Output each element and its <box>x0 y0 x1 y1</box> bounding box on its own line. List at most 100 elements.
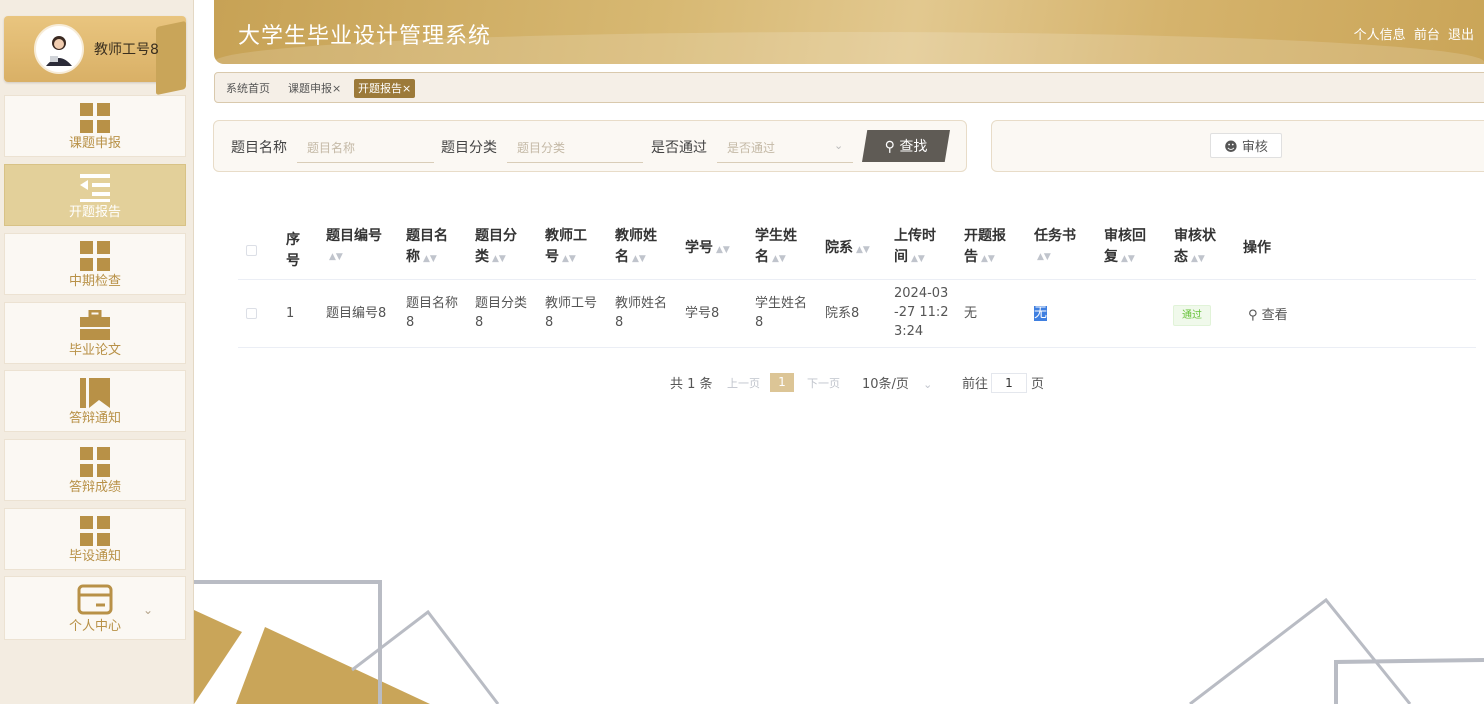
column-header[interactable]: 审核状态 ▲▼ <box>1174 226 1216 270</box>
sidebar-item-label: 课题申报 <box>68 136 121 151</box>
cell-student-name: 学生姓名 8 <box>755 296 808 330</box>
goto-label: 前往 <box>962 377 989 392</box>
sidebar-item-label: 毕业论文 <box>68 343 121 358</box>
profile-link[interactable]: 个人信息 <box>1354 28 1406 43</box>
sidebar-item-label: 中期检查 <box>68 274 121 289</box>
search-icon: ⚲ <box>884 139 895 155</box>
logout-link[interactable]: 退出 <box>1448 28 1474 43</box>
search-icon: ⚲ <box>1248 308 1258 323</box>
passed-select[interactable] <box>717 133 853 163</box>
search-button-label: 查找 <box>899 139 928 155</box>
column-header[interactable]: 题目编号 ▲▼ <box>326 226 382 268</box>
cell-student-no: 学号8 <box>685 306 720 321</box>
sidebar-item-project-notice[interactable]: 毕设通知 <box>4 508 186 570</box>
header-links: 个人信息 前台 退出 <box>1350 24 1474 43</box>
sidebar-item-label: 答辩成绩 <box>68 480 121 495</box>
sort-icon: ▲▼ <box>329 252 343 262</box>
column-header[interactable]: 教师工号 ▲▼ <box>545 226 587 270</box>
prev-page-button[interactable]: 上一页 <box>727 375 760 391</box>
sidebar-item-topic-declare[interactable]: 课题申报 <box>4 95 186 157</box>
background-decoration <box>194 580 1484 704</box>
cell-topic-category: 题目分类 8 <box>475 296 528 330</box>
sidebar-item-personal-center[interactable]: ⌄ 个人中心 <box>4 576 186 640</box>
grid-icon <box>80 241 110 271</box>
cell-index: 1 <box>286 306 295 321</box>
sidebar-item-thesis[interactable]: 毕业论文 <box>4 302 186 364</box>
column-header[interactable]: 学生姓名 ▲▼ <box>755 226 797 270</box>
chevron-down-icon: ⌄ <box>923 378 933 391</box>
cell-teacher-name: 教师姓名 8 <box>615 296 668 330</box>
column-header[interactable]: 教师姓名 ▲▼ <box>615 226 657 270</box>
goto-suffix: 页 <box>1031 377 1045 392</box>
column-header[interactable]: 题目分类 ▲▼ <box>475 226 517 270</box>
sidebar-item-label: 开题报告 <box>68 205 121 220</box>
avatar[interactable] <box>34 24 84 74</box>
column-header[interactable]: 题目名称 ▲▼ <box>406 226 448 270</box>
status-badge: 通过 <box>1173 305 1211 326</box>
indent-list-icon <box>80 174 110 202</box>
sort-icon: ▲▼ <box>423 254 437 264</box>
column-header[interactable]: 上传时间 ▲▼ <box>894 226 936 270</box>
goto-page-input[interactable] <box>991 373 1027 393</box>
row-divider <box>238 347 1476 348</box>
cell-dept: 院系8 <box>825 306 860 321</box>
briefcase-icon <box>80 310 110 340</box>
chevron-down-icon: ⌄ <box>834 139 844 152</box>
audit-button[interactable]: ☻ 审核 <box>1210 133 1282 158</box>
cell-task-book: 无 <box>1034 306 1048 321</box>
cell-topic-no: 题目编号8 <box>326 306 387 321</box>
sort-icon: ▲▼ <box>911 254 925 264</box>
sort-icon: ▲▼ <box>1191 254 1205 264</box>
grid-icon <box>80 516 110 546</box>
action-panel: ☻ 审核 <box>991 120 1484 172</box>
user-card: 教师工号8 <box>4 16 186 96</box>
column-header[interactable]: 审核回复 ▲▼ <box>1104 226 1146 270</box>
cell-opening-report: 无 <box>964 306 978 321</box>
pagination-total: 共 1 条 <box>670 377 713 392</box>
bookmark-icon <box>80 378 110 408</box>
user-name: 教师工号8 <box>94 42 159 58</box>
grid-icon <box>80 103 110 133</box>
sidebar-item-opening-report[interactable]: 开题报告 <box>4 164 186 226</box>
tab-home[interactable]: 系统首页 <box>222 79 274 98</box>
select-all-checkbox[interactable] <box>246 245 257 256</box>
sidebar: 教师工号8 课题申报 开题报告 中期检查 毕业论文 答辩通知 答辩成绩 毕设通知… <box>0 0 194 704</box>
card-icon <box>77 584 113 615</box>
sort-icon: ▲▼ <box>1121 254 1135 264</box>
sort-icon: ▲▼ <box>1037 252 1051 262</box>
header: 大学生毕业设计管理系统 个人信息 前台 退出 <box>214 0 1484 64</box>
sort-icon: ▲▼ <box>981 254 995 264</box>
column-header[interactable]: 序号 <box>286 230 300 272</box>
column-header[interactable]: 开题报告 ▲▼ <box>964 226 1006 270</box>
user-icon: ☻ <box>1224 140 1238 155</box>
column-header[interactable]: 任务书 ▲▼ <box>1034 226 1076 268</box>
page-size-select[interactable]: 10条/页 ⌄ <box>862 373 932 392</box>
frontend-link[interactable]: 前台 <box>1414 28 1440 43</box>
search-panel: 题目名称 题目分类 是否通过 ⌄ ⚲ 查找 <box>213 120 967 172</box>
column-header: 操作 <box>1243 240 1271 256</box>
tabs-bar: 系统首页 课题申报× 开题报告× <box>214 72 1484 103</box>
sort-icon: ▲▼ <box>772 254 786 264</box>
sidebar-item-label: 答辩通知 <box>68 411 121 426</box>
topic-category-input[interactable] <box>507 133 643 163</box>
cell-upload-time: 2024-03 -27 11:2 3:24 <box>894 286 949 339</box>
sidebar-item-defense-notice[interactable]: 答辩通知 <box>4 370 186 432</box>
tab-opening-report[interactable]: 开题报告× <box>354 79 416 98</box>
row-checkbox[interactable] <box>246 308 257 319</box>
topic-name-input[interactable] <box>297 133 434 163</box>
search-button[interactable]: ⚲ 查找 <box>862 130 950 162</box>
view-button[interactable]: ⚲ 查看 <box>1248 304 1288 323</box>
page-title: 大学生毕业设计管理系统 <box>238 24 492 49</box>
sort-icon: ▲▼ <box>856 245 870 255</box>
sidebar-item-midterm-check[interactable]: 中期检查 <box>4 233 186 295</box>
page-number-current[interactable]: 1 <box>770 373 794 392</box>
column-header[interactable]: 学号 ▲▼ <box>685 238 730 261</box>
next-page-button[interactable]: 下一页 <box>807 375 840 391</box>
cell-teacher-no: 教师工号 8 <box>545 296 598 330</box>
sidebar-item-defense-score[interactable]: 答辩成绩 <box>4 439 186 501</box>
tab-topic-declare[interactable]: 课题申报× <box>284 79 345 98</box>
column-header[interactable]: 院系 ▲▼ <box>825 238 870 261</box>
passed-label: 是否通过 <box>651 140 707 156</box>
cell-topic-name: 题目名称 8 <box>406 296 459 330</box>
sort-icon: ▲▼ <box>562 254 576 264</box>
